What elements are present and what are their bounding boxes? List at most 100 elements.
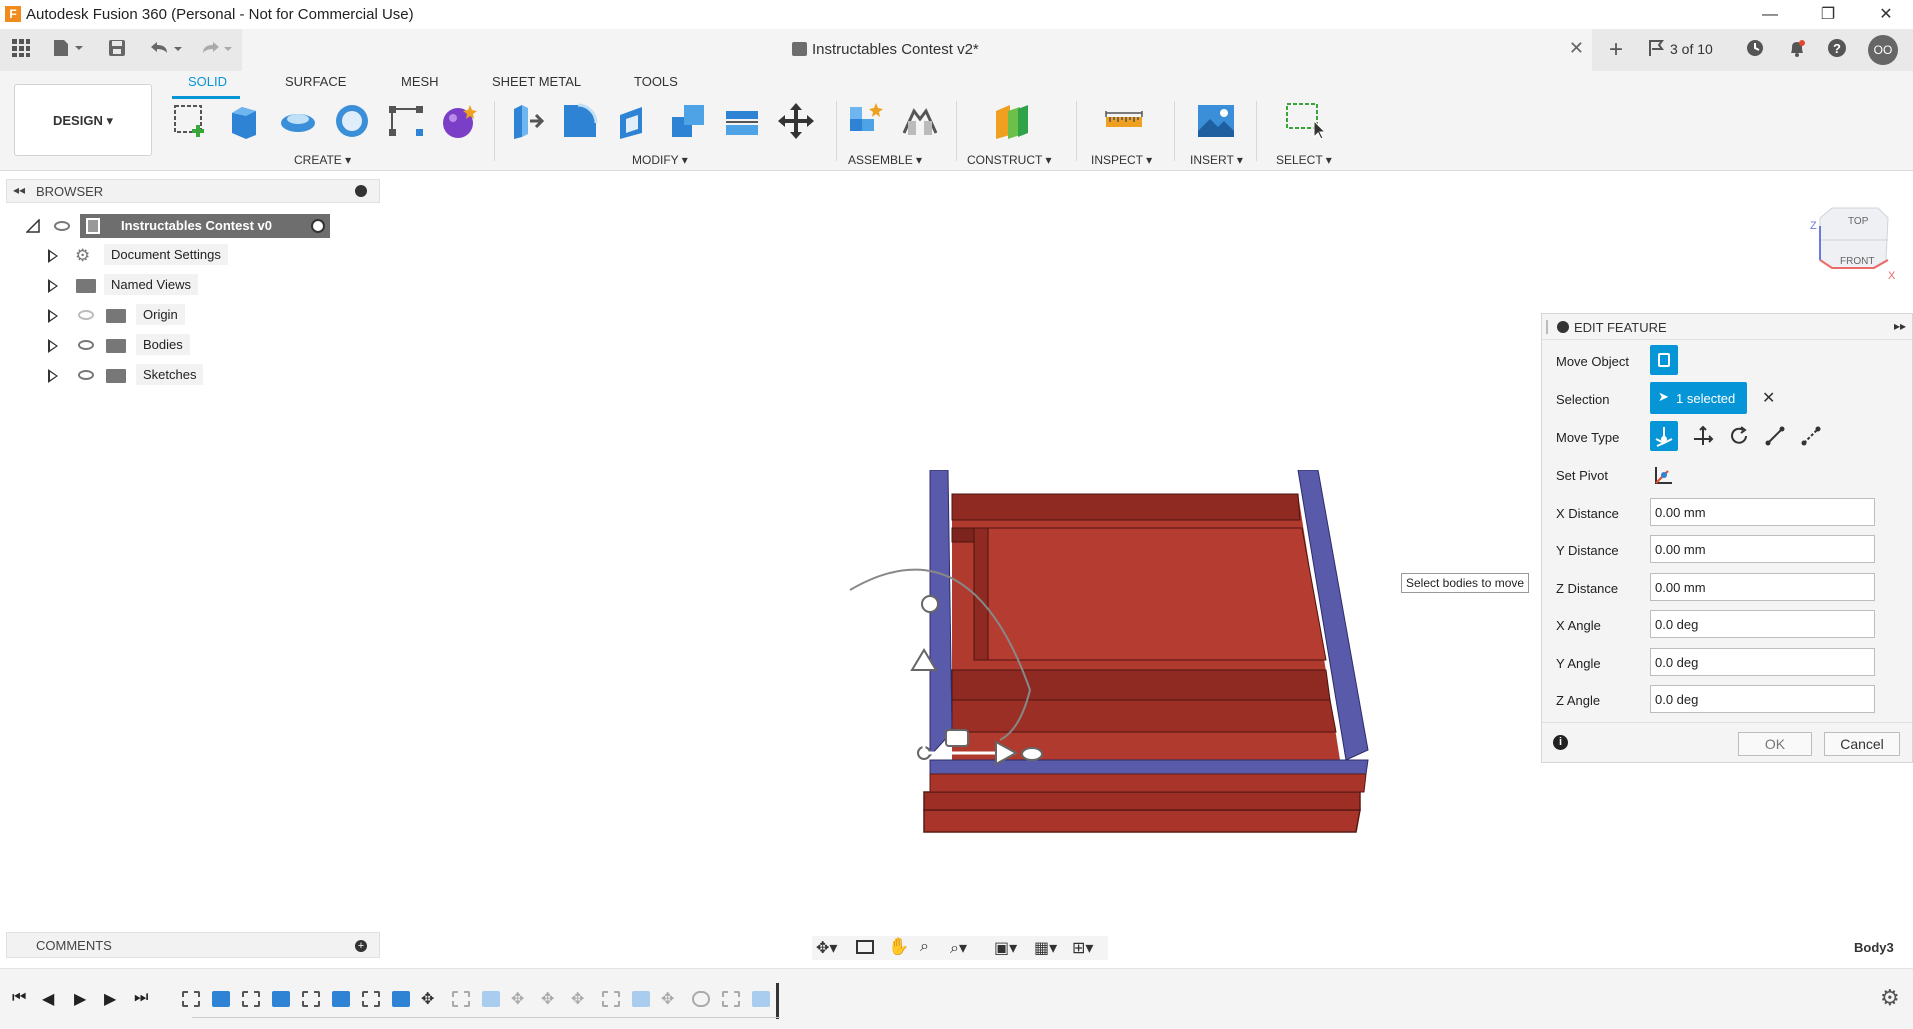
pan-hand-icon[interactable]: ✋ bbox=[888, 937, 909, 957]
z-angle-input[interactable]: 0.0 deg bbox=[1650, 685, 1875, 713]
expand-triangle-icon[interactable] bbox=[48, 339, 58, 353]
orbit-icon[interactable]: ✥▾ bbox=[816, 938, 837, 958]
extrude-icon[interactable] bbox=[224, 101, 264, 141]
browser-item-document-settings[interactable]: ⚙ Document Settings bbox=[44, 244, 344, 268]
timeline-extrude-icon[interactable] bbox=[482, 991, 500, 1007]
display-settings-icon[interactable]: ▣▾ bbox=[994, 938, 1017, 958]
fit-icon[interactable]: ⌕▾ bbox=[950, 938, 967, 958]
tab-surface[interactable]: SURFACE bbox=[285, 74, 346, 89]
split-body-icon[interactable] bbox=[722, 101, 762, 141]
z-distance-input[interactable]: 0.00 mm bbox=[1650, 573, 1875, 601]
hidden-eye-icon[interactable] bbox=[78, 310, 94, 320]
measure-icon[interactable] bbox=[1104, 101, 1144, 141]
shell-icon[interactable] bbox=[614, 101, 654, 141]
tab-sheet-metal[interactable]: SHEET METAL bbox=[492, 74, 581, 89]
point-to-position-icon[interactable] bbox=[1800, 425, 1822, 447]
create-sketch-icon[interactable] bbox=[170, 101, 210, 141]
timeline-move-icon[interactable]: ✥ bbox=[421, 989, 434, 1009]
browser-item-origin[interactable]: Origin bbox=[44, 304, 344, 328]
document-tab[interactable]: Instructables Contest v2* ✕ bbox=[242, 29, 1592, 71]
activate-radio-icon[interactable] bbox=[311, 219, 325, 233]
point-to-point-icon[interactable] bbox=[1764, 425, 1786, 447]
browser-minimize-icon[interactable] bbox=[355, 185, 367, 197]
insert-image-icon[interactable] bbox=[1196, 101, 1236, 141]
history-icon[interactable] bbox=[1744, 38, 1766, 62]
comments-panel-header[interactable]: COMMENTS + bbox=[6, 932, 380, 958]
move-copy-icon[interactable] bbox=[776, 101, 816, 141]
revolve-icon[interactable] bbox=[278, 101, 318, 141]
grid-settings-icon[interactable]: ▦▾ bbox=[1034, 938, 1057, 958]
y-angle-input[interactable]: 0.0 deg bbox=[1650, 648, 1875, 676]
info-icon[interactable]: i bbox=[1553, 735, 1568, 750]
timeline-settings-gear-icon[interactable]: ⚙ bbox=[1880, 985, 1900, 1011]
hole-icon[interactable] bbox=[332, 101, 372, 141]
assemble-group-menu[interactable]: ASSEMBLE ▾ bbox=[848, 153, 922, 167]
timeline-extrude-icon[interactable] bbox=[212, 991, 230, 1007]
timeline-extrude-icon[interactable] bbox=[272, 991, 290, 1007]
browser-item-bodies[interactable]: Bodies bbox=[44, 334, 344, 358]
cancel-button[interactable]: Cancel bbox=[1824, 732, 1900, 756]
visibility-eye-icon[interactable] bbox=[78, 340, 94, 350]
browser-item-sketches[interactable]: Sketches bbox=[44, 364, 344, 388]
expand-triangle-icon[interactable] bbox=[48, 279, 58, 293]
viewcube-front-face[interactable]: FRONT bbox=[1840, 256, 1874, 267]
fillet-icon[interactable] bbox=[560, 101, 600, 141]
job-status-icon[interactable] bbox=[1647, 38, 1667, 62]
browser-item-named-views[interactable]: Named Views bbox=[44, 274, 344, 298]
edit-feature-header[interactable]: EDIT FEATURE ▸▸ bbox=[1542, 314, 1912, 340]
timeline-marker[interactable] bbox=[776, 983, 779, 1019]
viewcube[interactable]: TOP FRONT Z X bbox=[1808, 204, 1898, 288]
timeline-extrude-icon[interactable] bbox=[392, 991, 410, 1007]
help-icon[interactable]: ? bbox=[1826, 38, 1848, 62]
free-move-icon[interactable] bbox=[1650, 421, 1678, 451]
press-pull-icon[interactable] bbox=[506, 101, 546, 141]
construct-group-menu[interactable]: CONSTRUCT ▾ bbox=[967, 153, 1051, 167]
file-menu-icon[interactable] bbox=[50, 38, 86, 62]
rotate-icon[interactable] bbox=[1728, 425, 1750, 447]
browser-panel-header[interactable]: ◂◂ BROWSER bbox=[6, 179, 380, 203]
close-tab-icon[interactable]: ✕ bbox=[1569, 38, 1584, 59]
user-avatar[interactable]: OO bbox=[1868, 35, 1898, 65]
zoom-icon[interactable]: ⌕ bbox=[920, 938, 929, 956]
selection-button[interactable]: ➤ 1 selected bbox=[1650, 382, 1747, 414]
inspect-group-menu[interactable]: INSPECT ▾ bbox=[1091, 153, 1152, 167]
offset-plane-icon[interactable] bbox=[992, 101, 1032, 141]
browser-root-row[interactable]: Instructables Contest v0 bbox=[24, 214, 344, 238]
drag-handle[interactable] bbox=[1546, 320, 1548, 334]
x-angle-input[interactable]: 0.0 deg bbox=[1650, 610, 1875, 638]
expand-triangle-icon[interactable] bbox=[48, 309, 58, 323]
workspace-switcher-button[interactable]: DESIGN ▾ bbox=[14, 84, 152, 156]
timeline-sketch-icon[interactable] bbox=[182, 991, 200, 1007]
select-group-menu[interactable]: SELECT ▾ bbox=[1276, 153, 1332, 167]
timeline-extrude-icon[interactable] bbox=[752, 991, 770, 1007]
redo-icon[interactable] bbox=[196, 38, 236, 62]
viewcube-top-face[interactable]: TOP bbox=[1848, 216, 1868, 227]
save-icon[interactable] bbox=[106, 38, 128, 62]
minimize-button[interactable]: — bbox=[1747, 2, 1793, 27]
collapse-panel-icon[interactable] bbox=[1557, 321, 1569, 333]
notifications-bell-icon[interactable] bbox=[1786, 38, 1808, 62]
translate-icon[interactable] bbox=[1692, 425, 1714, 447]
create-group-menu[interactable]: CREATE ▾ bbox=[294, 153, 351, 167]
expand-triangle-icon[interactable] bbox=[48, 249, 58, 263]
step-back-icon[interactable]: ◀ bbox=[42, 989, 54, 1009]
collapse-browser-icon[interactable]: ◂◂ bbox=[13, 183, 25, 197]
combine-icon[interactable] bbox=[668, 101, 708, 141]
y-distance-input[interactable]: 0.00 mm bbox=[1650, 535, 1875, 563]
joint-icon[interactable] bbox=[900, 101, 940, 141]
tab-tools[interactable]: TOOLS bbox=[634, 74, 678, 89]
new-component-icon[interactable] bbox=[846, 101, 886, 141]
select-window-icon[interactable] bbox=[1284, 101, 1327, 141]
timeline-sketch-icon[interactable] bbox=[452, 991, 470, 1007]
model-viewport-body[interactable] bbox=[820, 469, 1380, 870]
timeline-sketch-icon[interactable] bbox=[362, 991, 380, 1007]
move-object-body-button[interactable] bbox=[1650, 345, 1678, 375]
undo-icon[interactable] bbox=[146, 38, 186, 62]
tab-solid[interactable]: SOLID bbox=[188, 74, 227, 89]
timeline-sketch-icon[interactable] bbox=[242, 991, 260, 1007]
x-distance-input[interactable]: 0.00 mm bbox=[1650, 498, 1875, 526]
timeline-extrude-icon[interactable] bbox=[632, 991, 650, 1007]
tab-mesh[interactable]: MESH bbox=[401, 74, 439, 89]
create-form-icon[interactable] bbox=[440, 101, 480, 141]
step-forward-icon[interactable]: ▶ bbox=[104, 989, 116, 1009]
